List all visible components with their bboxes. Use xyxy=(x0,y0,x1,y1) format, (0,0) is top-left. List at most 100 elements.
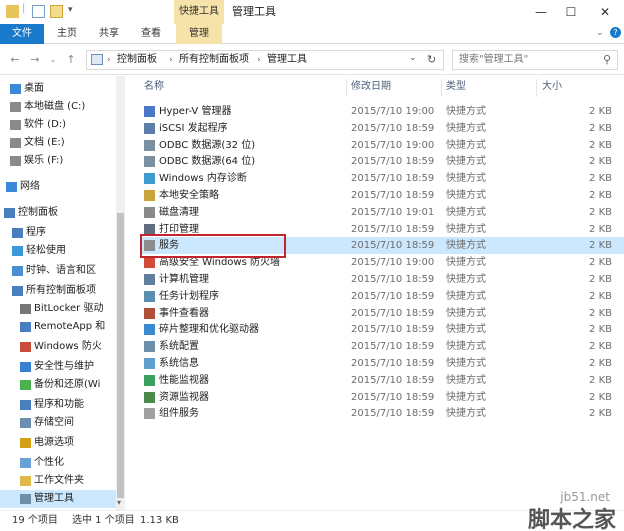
file-row[interactable]: 组件服务 2015/7/10 18:59 快捷方式 2 KB xyxy=(140,405,624,422)
nav-item[interactable]: 所有控制面板项 xyxy=(0,282,118,300)
tab-manage[interactable]: 管理 xyxy=(176,24,222,44)
file-row[interactable]: ODBC 数据源(32 位) 2015/7/10 19:00 快捷方式 2 KB xyxy=(140,137,624,154)
minimize-button[interactable]: — xyxy=(526,0,556,24)
printer-icon xyxy=(144,223,155,235)
quick-access-dropdown-icon[interactable]: ▾ xyxy=(68,5,73,15)
file-date: 2015/7/10 18:59 xyxy=(351,408,435,420)
file-row[interactable]: 系统配置 2015/7/10 18:59 快捷方式 2 KB xyxy=(140,338,624,355)
breadcrumb-control-panel[interactable]: 控制面板 xyxy=(117,51,157,69)
file-row[interactable]: 性能监视器 2015/7/10 18:59 快捷方式 2 KB xyxy=(140,372,624,389)
nav-item[interactable]: 文档 (E:) xyxy=(0,134,118,152)
file-row[interactable]: 碎片整理和优化驱动器 2015/7/10 18:59 快捷方式 2 KB xyxy=(140,321,624,338)
search-input[interactable]: 搜索"管理工具" ⚲ xyxy=(452,50,618,70)
perfmon-icon xyxy=(144,374,155,386)
drive-icon xyxy=(10,156,21,166)
nav-item-label: 存储空间 xyxy=(34,417,74,428)
column-header-name[interactable]: 名称 xyxy=(144,79,164,95)
nav-item[interactable]: 本地磁盘 (C:) xyxy=(0,98,118,116)
file-size: 2 KB xyxy=(589,190,612,201)
file-row[interactable]: 本地安全策略 2015/7/10 18:59 快捷方式 2 KB xyxy=(140,187,624,204)
nav-item[interactable]: RemoteApp 和 xyxy=(0,318,118,336)
nav-item-label: BitLocker 驱动 xyxy=(34,303,104,314)
navigation-pane: 桌面 本地磁盘 (C:) 软件 (D:) 文档 (E:) 娱乐 (F:) 网络控制面板程序… xyxy=(0,76,125,510)
nav-item[interactable]: Windows 防火 xyxy=(0,338,118,356)
file-row[interactable]: 任务计划程序 2015/7/10 18:59 快捷方式 2 KB xyxy=(140,288,624,305)
file-row[interactable]: Hyper-V 管理器 2015/7/10 19:00 快捷方式 2 KB xyxy=(140,103,624,120)
file-date: 2015/7/10 18:59 xyxy=(351,190,435,201)
new-folder-icon[interactable] xyxy=(50,5,63,18)
maximize-button[interactable]: ☐ xyxy=(556,0,586,24)
scroll-down-icon[interactable]: ▾ xyxy=(117,498,121,507)
file-row[interactable]: 计算机管理 2015/7/10 18:59 快捷方式 2 KB xyxy=(140,271,624,288)
odbc-icon xyxy=(144,156,155,168)
file-row[interactable]: ODBC 数据源(64 位) 2015/7/10 18:59 快捷方式 2 KB xyxy=(140,153,624,170)
expand-ribbon-icon[interactable]: ⌄ xyxy=(596,28,604,38)
nav-item-label: 网络 xyxy=(20,181,40,192)
search-icon[interactable]: ⚲ xyxy=(603,53,611,66)
column-header-size[interactable]: 大小 xyxy=(542,79,562,95)
programs-icon xyxy=(20,400,31,410)
nav-item[interactable]: 存储空间 xyxy=(0,414,118,432)
up-arrow-icon[interactable]: ↑ xyxy=(64,53,78,67)
tab-home[interactable]: 主页 xyxy=(50,24,84,44)
refresh-icon[interactable]: ↻ xyxy=(427,53,436,66)
address-bar[interactable]: › 控制面板 › 所有控制面板项 › 管理工具 ⌄ ↻ xyxy=(86,50,444,70)
file-name: 组件服务 xyxy=(159,408,199,420)
nav-scrollbar-thumb[interactable] xyxy=(117,213,124,498)
nav-item[interactable]: 轻松使用 xyxy=(0,242,118,260)
nav-item[interactable]: 电源选项 xyxy=(0,434,118,452)
tab-view[interactable]: 查看 xyxy=(134,24,168,44)
nav-item-label: Windows 防火 xyxy=(34,341,102,352)
help-icon[interactable]: ? xyxy=(610,27,621,38)
nav-item[interactable]: 控制面板 xyxy=(0,204,118,222)
back-arrow-icon[interactable]: ← xyxy=(8,53,22,67)
properties-icon[interactable] xyxy=(32,5,45,18)
file-row[interactable]: Windows 内存诊断 2015/7/10 18:59 快捷方式 2 KB xyxy=(140,170,624,187)
file-row[interactable]: iSCSI 发起程序 2015/7/10 18:59 快捷方式 2 KB xyxy=(140,120,624,137)
file-date: 2015/7/10 18:59 xyxy=(351,274,435,285)
nav-item[interactable]: 网络 xyxy=(0,178,118,196)
file-row[interactable]: 资源监视器 2015/7/10 18:59 快捷方式 2 KB xyxy=(140,389,624,406)
nav-item[interactable]: 工作文件夹 xyxy=(0,472,118,490)
file-date: 2015/7/10 18:59 xyxy=(351,122,435,134)
nav-item-label: 电源选项 xyxy=(34,437,74,448)
breadcrumb-admin-tools[interactable]: 管理工具 xyxy=(267,51,307,69)
nav-item[interactable]: 程序和功能 xyxy=(0,396,118,414)
nav-item[interactable]: 安全性与维护 xyxy=(0,358,118,376)
file-size: 2 KB xyxy=(589,206,612,218)
recent-dropdown-icon[interactable]: ⌄ xyxy=(46,53,60,67)
file-type: 快捷方式 xyxy=(446,324,486,336)
search-placeholder: 搜索"管理工具" xyxy=(459,54,529,65)
file-row[interactable]: 磁盘清理 2015/7/10 19:01 快捷方式 2 KB xyxy=(140,204,624,221)
odbc-icon xyxy=(144,139,155,151)
nav-item[interactable]: 个性化 xyxy=(0,454,118,472)
nav-item[interactable]: 备份和还原(Wi xyxy=(0,376,118,394)
breadcrumb-separator-icon: › xyxy=(257,55,261,65)
file-name: Windows 内存诊断 xyxy=(159,173,247,185)
ribbon-tabs: 文件 主页 共享 查看 管理 ⌄ ? xyxy=(0,24,624,44)
forward-arrow-icon[interactable]: → xyxy=(28,53,42,67)
nav-item-label: 文档 (E:) xyxy=(24,137,65,148)
column-header-date[interactable]: 修改日期 xyxy=(351,79,391,95)
nav-item[interactable]: 程序 xyxy=(0,224,118,242)
nav-item[interactable]: 管理工具 xyxy=(0,490,118,508)
tab-share[interactable]: 共享 xyxy=(92,24,126,44)
nav-item[interactable]: BitLocker 驱动 xyxy=(0,300,118,318)
divider: | xyxy=(22,3,26,14)
contextual-tools-tab: 快捷工具 xyxy=(174,0,224,24)
close-button[interactable]: ✕ xyxy=(590,0,620,24)
file-row[interactable]: 事件查看器 2015/7/10 18:59 快捷方式 2 KB xyxy=(140,305,624,322)
column-header-type[interactable]: 类型 xyxy=(446,79,466,95)
nav-item[interactable]: 时钟、语言和区 xyxy=(0,262,118,280)
nav-item[interactable]: 娱乐 (F:) xyxy=(0,152,118,170)
breadcrumb-all-items[interactable]: 所有控制面板项 xyxy=(179,51,249,69)
nav-item[interactable]: 桌面 xyxy=(0,80,118,98)
file-row[interactable]: 系统信息 2015/7/10 18:59 快捷方式 2 KB xyxy=(140,355,624,372)
address-dropdown-icon[interactable]: ⌄ xyxy=(409,53,417,63)
nav-item[interactable]: 软件 (D:) xyxy=(0,116,118,134)
programs-icon xyxy=(12,228,23,238)
tab-file[interactable]: 文件 xyxy=(0,24,44,44)
file-type: 快捷方式 xyxy=(446,173,486,185)
file-size: 2 KB xyxy=(589,358,612,369)
file-type: 快捷方式 xyxy=(446,106,486,117)
